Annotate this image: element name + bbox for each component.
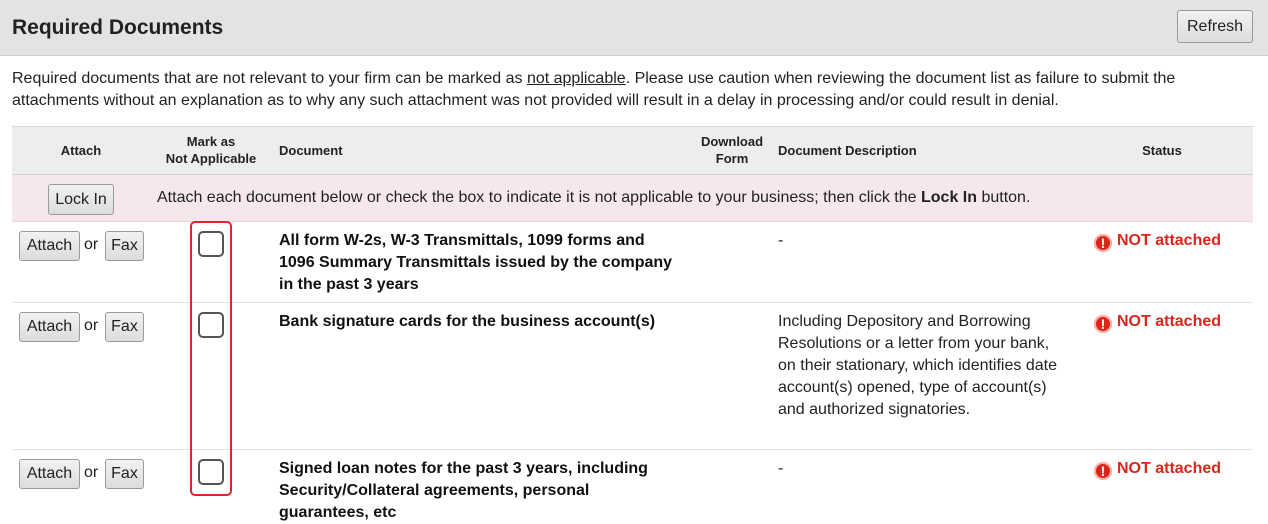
column-header-document: Document xyxy=(279,143,343,158)
table-row: Attach or Fax Bank signature cards for t… xyxy=(12,303,1253,450)
lock-in-button[interactable]: Lock In xyxy=(48,184,114,215)
warning-icon: ! xyxy=(1094,234,1112,252)
lock-in-instructions: Attach each document below or check the … xyxy=(157,189,1031,206)
document-description: Including Depository and Borrowing Resol… xyxy=(778,313,1057,418)
document-description: - xyxy=(778,460,784,477)
fax-button[interactable]: Fax xyxy=(105,312,144,342)
fax-button[interactable]: Fax xyxy=(105,231,144,261)
document-name: Signed loan notes for the past 3 years, … xyxy=(279,460,648,521)
not-applicable-checkbox[interactable] xyxy=(198,459,224,485)
fax-button[interactable]: Fax xyxy=(105,459,144,489)
column-header-description: Document Description xyxy=(778,143,917,158)
status-badge: ! NOT attached xyxy=(1094,458,1221,480)
status-badge: ! NOT attached xyxy=(1094,311,1221,333)
refresh-button[interactable]: Refresh xyxy=(1177,10,1253,43)
column-header-status: Status xyxy=(1142,143,1182,158)
panel-title: Required Documents xyxy=(12,16,224,39)
attach-button[interactable]: Attach xyxy=(19,312,80,342)
warning-icon: ! xyxy=(1094,462,1112,480)
or-text: or xyxy=(84,464,99,481)
document-description: - xyxy=(778,232,784,249)
table-row: Attach or Fax Signed loan notes for the … xyxy=(12,450,1253,524)
table-header: Attach Mark as Not Applicable Document D… xyxy=(12,126,1253,175)
or-text: or xyxy=(84,236,99,253)
not-applicable-term: not applicable xyxy=(526,70,626,87)
not-applicable-checkbox[interactable] xyxy=(198,231,224,257)
required-documents-panel: Required Documents Refresh Required docu… xyxy=(0,0,1268,524)
not-applicable-checkbox[interactable] xyxy=(198,312,224,338)
status-badge: ! NOT attached xyxy=(1094,230,1221,252)
warning-icon: ! xyxy=(1094,315,1112,333)
table-row: Attach or Fax All form W-2s, W-3 Transmi… xyxy=(12,222,1253,303)
panel-header: Required Documents Refresh xyxy=(0,0,1268,56)
attach-button[interactable]: Attach xyxy=(19,231,80,261)
lock-in-row: Lock In Attach each document below or ch… xyxy=(12,175,1253,222)
attach-button[interactable]: Attach xyxy=(19,459,80,489)
or-text: or xyxy=(84,317,99,334)
column-header-attach: Attach xyxy=(60,143,102,158)
column-header-download-form: Download Form xyxy=(700,134,764,166)
column-header-not-applicable: Mark as Not Applicable xyxy=(165,134,257,166)
document-name: Bank signature cards for the business ac… xyxy=(279,313,656,330)
document-name: All form W-2s, W-3 Transmittals, 1099 fo… xyxy=(279,232,673,293)
intro-text: Required documents that are not relevant… xyxy=(12,70,1176,109)
